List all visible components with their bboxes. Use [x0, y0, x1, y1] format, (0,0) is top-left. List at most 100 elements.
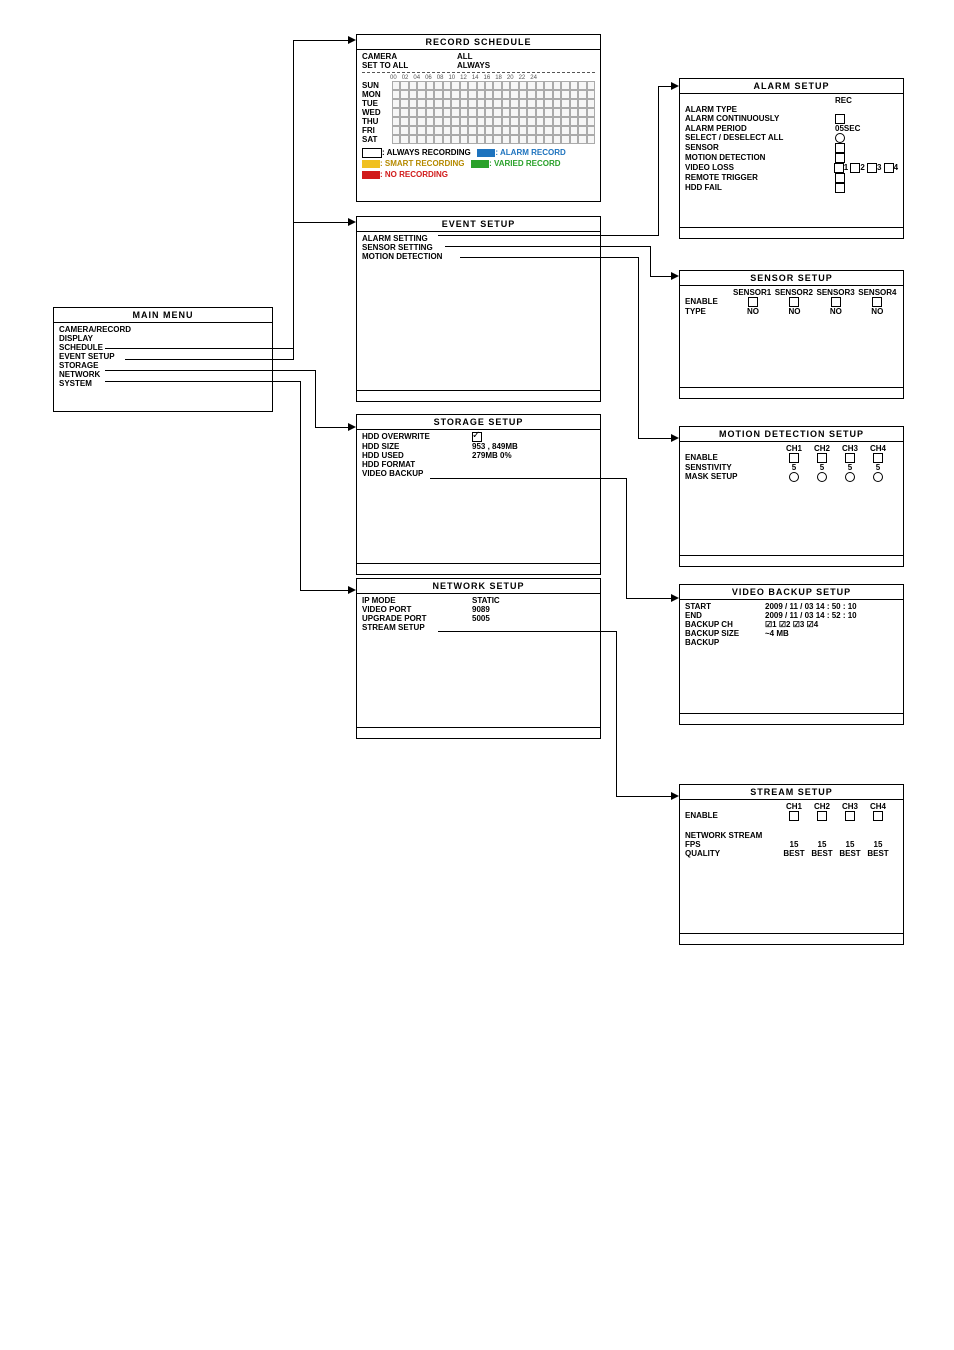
schedule-cell[interactable] [587, 135, 595, 144]
motion-ch1-sens[interactable]: 5 [780, 463, 808, 472]
schedule-cell[interactable] [477, 126, 485, 135]
vb-end-value[interactable]: 2009 / 11 / 03 14 : 52 : 10 [765, 611, 857, 620]
schedule-cell[interactable] [409, 108, 417, 117]
schedule-cell[interactable] [468, 126, 476, 135]
schedule-cell[interactable] [527, 108, 535, 117]
schedule-cell[interactable] [510, 81, 518, 90]
schedule-cell[interactable] [417, 81, 425, 90]
schedule-cell[interactable] [570, 126, 578, 135]
schedule-cell[interactable] [536, 108, 544, 117]
alarm-cont-check[interactable] [835, 114, 845, 124]
schedule-cell[interactable] [510, 108, 518, 117]
schedule-cell[interactable] [578, 99, 586, 108]
schedule-cell[interactable] [519, 126, 527, 135]
schedule-cell[interactable] [536, 117, 544, 126]
schedule-cell[interactable] [587, 108, 595, 117]
schedule-cell[interactable] [553, 81, 561, 90]
schedule-cell[interactable] [451, 90, 459, 99]
schedule-cell[interactable] [544, 117, 552, 126]
schedule-cell[interactable] [417, 99, 425, 108]
rs-settoall-value[interactable]: ALWAYS [457, 61, 490, 70]
motion-ch4-sens[interactable]: 5 [864, 463, 892, 472]
schedule-cell[interactable] [434, 90, 442, 99]
schedule-cell[interactable] [443, 117, 451, 126]
schedule-cell[interactable] [536, 135, 544, 144]
schedule-cell[interactable] [502, 81, 510, 90]
schedule-cell[interactable] [536, 126, 544, 135]
schedule-cell[interactable] [477, 99, 485, 108]
schedule-cell[interactable] [468, 99, 476, 108]
schedule-cell[interactable] [527, 117, 535, 126]
schedule-cell[interactable] [460, 135, 468, 144]
schedule-cell[interactable] [400, 81, 408, 90]
stream-ch3-quality[interactable]: BEST [836, 849, 864, 858]
menu-camera-record[interactable]: CAMERA/RECORD [59, 325, 267, 334]
schedule-cell[interactable] [519, 135, 527, 144]
schedule-cell[interactable] [443, 99, 451, 108]
schedule-cell[interactable] [587, 90, 595, 99]
schedule-cell[interactable] [460, 126, 468, 135]
schedule-cell[interactable] [527, 135, 535, 144]
schedule-cell[interactable] [426, 135, 434, 144]
sensor4-enable[interactable] [872, 297, 882, 307]
schedule-cell[interactable] [493, 135, 501, 144]
schedule-cell[interactable] [477, 81, 485, 90]
schedule-cell[interactable] [519, 108, 527, 117]
schedule-cell[interactable] [578, 126, 586, 135]
schedule-cell[interactable] [544, 135, 552, 144]
motion-ch3-enable[interactable] [845, 453, 855, 463]
stream-ch4-quality[interactable]: BEST [864, 849, 892, 858]
motion-ch4-mask[interactable] [873, 472, 883, 482]
schedule-cell[interactable] [578, 135, 586, 144]
schedule-cell[interactable] [443, 126, 451, 135]
schedule-cell[interactable] [493, 117, 501, 126]
schedule-cell[interactable] [451, 117, 459, 126]
stream-ch4-fps[interactable]: 15 [864, 840, 892, 849]
vloss-ch1-check[interactable] [834, 163, 844, 173]
schedule-cell[interactable] [392, 99, 400, 108]
schedule-cell[interactable] [570, 81, 578, 90]
schedule-cell[interactable] [426, 126, 434, 135]
stream-ch1-enable[interactable] [789, 811, 799, 821]
schedule-cell[interactable] [468, 81, 476, 90]
stream-ch4-enable[interactable] [873, 811, 883, 821]
schedule-cell[interactable] [477, 117, 485, 126]
schedule-cell[interactable] [485, 108, 493, 117]
schedule-cell[interactable] [451, 126, 459, 135]
schedule-cell[interactable] [409, 90, 417, 99]
schedule-cell[interactable] [460, 108, 468, 117]
vb-start-value[interactable]: 2009 / 11 / 03 14 : 50 : 10 [765, 602, 857, 611]
schedule-cell[interactable] [409, 135, 417, 144]
schedule-cell[interactable] [502, 117, 510, 126]
stream-ch2-quality[interactable]: BEST [808, 849, 836, 858]
schedule-cell[interactable] [417, 126, 425, 135]
schedule-cell[interactable] [570, 117, 578, 126]
schedule-cell[interactable] [392, 108, 400, 117]
schedule-cell[interactable] [587, 81, 595, 90]
upgrade-port-value[interactable]: 5005 [472, 614, 490, 623]
schedule-cell[interactable] [561, 117, 569, 126]
schedule-cell[interactable] [392, 90, 400, 99]
sensor3-enable[interactable] [831, 297, 841, 307]
schedule-cell[interactable] [544, 108, 552, 117]
schedule-cell[interactable] [553, 117, 561, 126]
schedule-cell[interactable] [536, 81, 544, 90]
ip-mode-value[interactable]: STATIC [472, 596, 500, 605]
hdd-format[interactable]: HDD FORMAT [362, 460, 415, 469]
schedule-grid[interactable]: SUNMONTUEWEDTHUFRISAT [362, 81, 595, 144]
alarm-sensor-check[interactable] [835, 143, 845, 153]
schedule-cell[interactable] [536, 99, 544, 108]
vloss-ch2-check[interactable] [850, 163, 860, 173]
schedule-cell[interactable] [553, 108, 561, 117]
schedule-cell[interactable] [443, 108, 451, 117]
schedule-cell[interactable] [527, 81, 535, 90]
schedule-cell[interactable] [468, 135, 476, 144]
hdd-overwrite-check[interactable] [472, 432, 482, 442]
schedule-cell[interactable] [392, 117, 400, 126]
schedule-cell[interactable] [544, 99, 552, 108]
motion-ch1-mask[interactable] [789, 472, 799, 482]
schedule-cell[interactable] [443, 135, 451, 144]
stream-ch3-fps[interactable]: 15 [836, 840, 864, 849]
schedule-cell[interactable] [570, 99, 578, 108]
schedule-cell[interactable] [578, 81, 586, 90]
